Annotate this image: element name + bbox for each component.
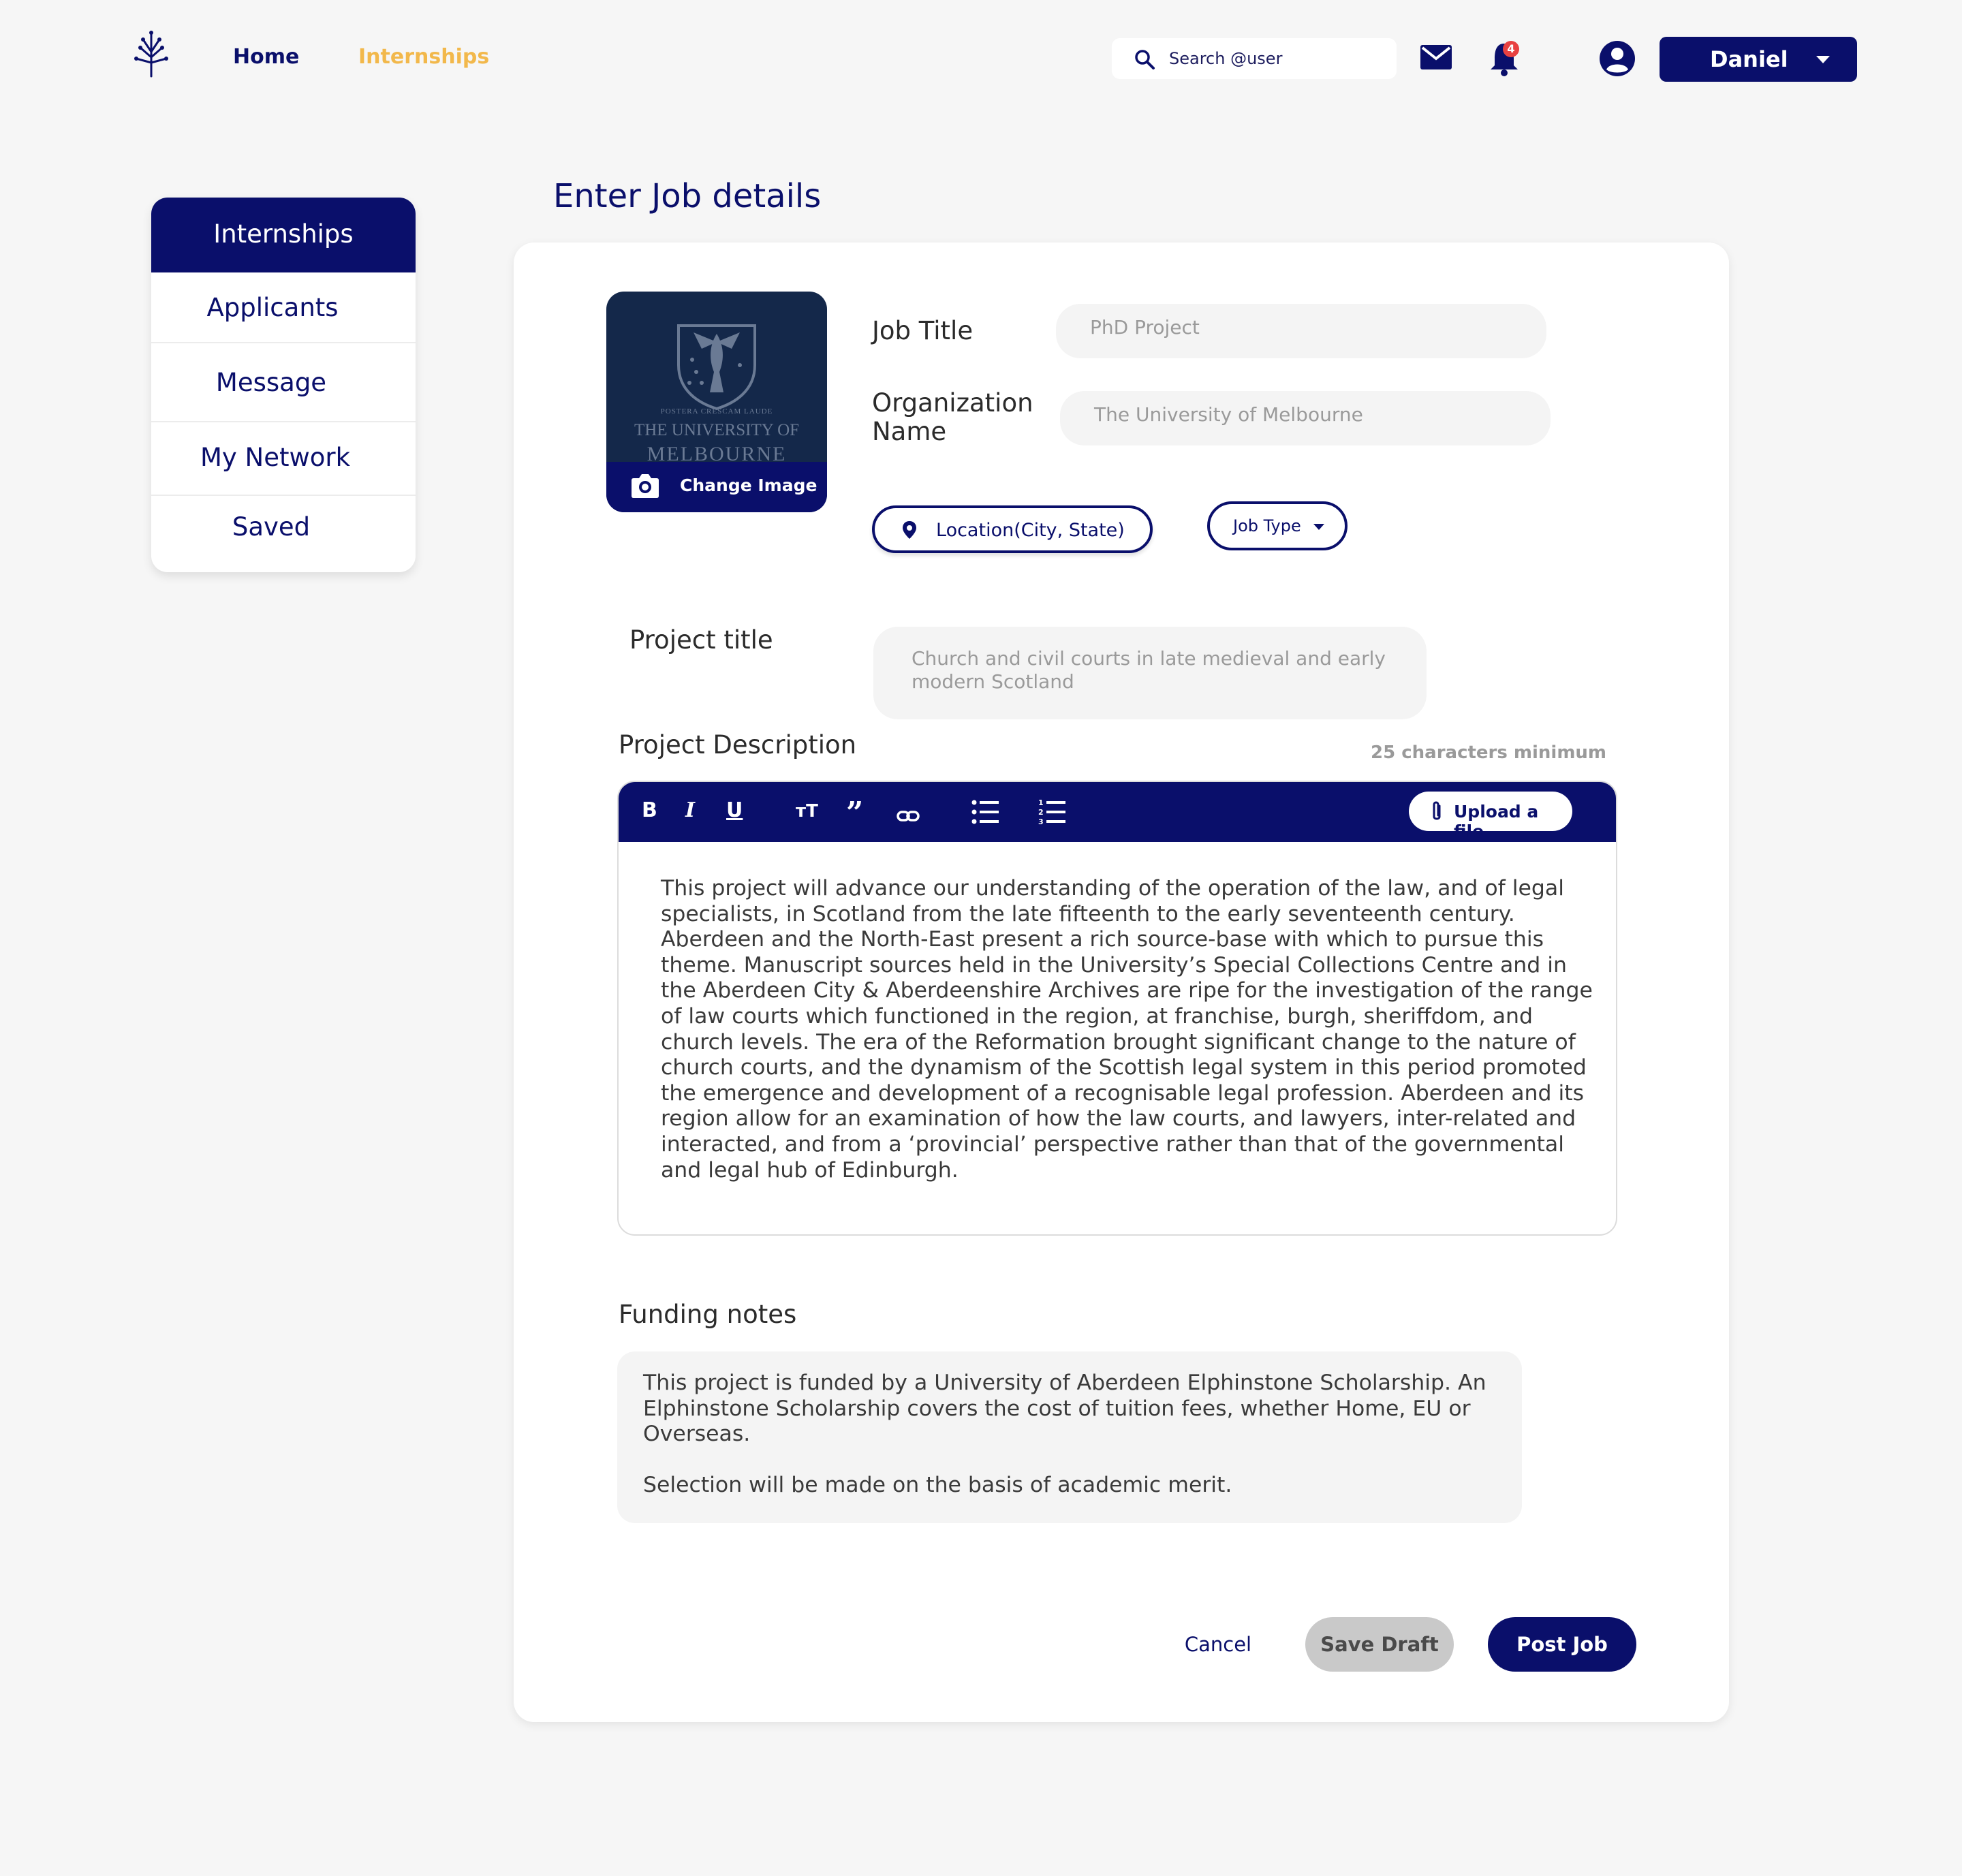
editor-toolbar: B I U ᴛT ” 123 Upload a file [619,782,1616,842]
chevron-down-icon [1313,524,1324,530]
nav-home-link[interactable]: Home [233,45,299,69]
crest-motto: POSTERA CRESCAM LAUDE [660,407,773,416]
nav-internships-link[interactable]: Internships [358,45,489,69]
organization-image[interactable]: POSTERA CRESCAM LAUDE THE UNIVERSITY OF … [606,292,827,512]
sidebar-item-internships[interactable]: Internships [151,198,416,272]
organization-name-value: The University of Melbourne [1094,403,1363,426]
job-type-label: Job Type [1233,516,1301,535]
paperclip-icon [1433,801,1441,820]
link-icon[interactable] [897,802,920,830]
location-label: Location(City, State) [936,520,1125,541]
min-characters-hint: 25 characters minimum [1371,742,1607,763]
organization-label-line1: Organization [872,388,1033,418]
svg-text:2: 2 [1038,808,1044,817]
page-title: Enter Job details [553,177,822,215]
search-input[interactable]: Search @user [1169,49,1282,68]
text-size-icon[interactable]: ᴛT [796,801,818,828]
camera-icon [632,474,659,498]
sidebar-item-my-network[interactable]: My Network [151,443,407,472]
svg-text:3: 3 [1038,817,1044,826]
tree-logo-icon[interactable] [132,30,170,78]
sidebar-item-message[interactable]: Message [151,368,403,397]
sidebar-item-saved[interactable]: Saved [151,512,403,542]
bullet-list-icon[interactable] [971,798,1000,826]
user-menu-button[interactable]: Daniel [1660,37,1857,82]
project-title-field[interactable]: Church and civil courts in late medieval… [873,627,1427,719]
numbered-list-icon[interactable]: 123 [1038,798,1067,826]
change-image-button[interactable]: Change Image [606,462,827,512]
funding-notes-field[interactable]: This project is funded by a University o… [617,1351,1522,1523]
search-icon [1135,50,1155,69]
location-pin-icon [903,521,916,539]
sidebar-divider [151,342,416,343]
university-name-line1: THE UNIVERSITY OF [634,421,800,439]
job-type-dropdown[interactable]: Job Type [1207,501,1348,550]
cancel-button[interactable]: Cancel [1170,1617,1266,1672]
project-title-line2: modern Scotland [912,670,1074,693]
organization-name-field[interactable]: The University of Melbourne [1060,391,1551,445]
description-editor[interactable]: B I U ᴛT ” 123 Upload a file This projec… [617,781,1617,1236]
upload-file-button[interactable]: Upload a file [1409,792,1572,841]
upload-file-label: Upload a file [1454,802,1539,841]
project-title-line1: Church and civil courts in late medieval… [912,647,1386,670]
underline-icon[interactable]: U [726,798,743,826]
funding-notes-label: Funding notes [619,1300,797,1329]
notification-badge: 4 [1503,41,1519,57]
job-title-label: Job Title [872,316,974,345]
sidebar-divider [151,421,416,422]
save-draft-button[interactable]: Save Draft [1305,1617,1454,1672]
user-name: Daniel [1710,46,1788,72]
funding-notes-paragraph-2: Selection will be made on the basis of a… [643,1473,1232,1497]
search-box[interactable]: Search @user [1112,38,1397,79]
mail-icon[interactable] [1420,44,1452,71]
description-text[interactable]: This project will advance our understand… [661,876,1601,1183]
organization-label-line2: Name [872,417,947,446]
job-title-field[interactable]: PhD Project [1056,304,1546,358]
location-button[interactable]: Location(City, State) [872,505,1153,553]
job-title-value: PhD Project [1090,316,1200,339]
sidebar-divider [151,495,416,496]
crest-icon [677,324,756,411]
sidebar-item-applicants[interactable]: Applicants [151,293,405,322]
project-description-label: Project Description [619,730,857,760]
svg-text:1: 1 [1038,798,1044,807]
quote-icon[interactable]: ” [846,796,863,830]
italic-icon[interactable]: I [685,798,695,826]
chevron-down-icon [1816,56,1830,63]
user-avatar-icon[interactable] [1598,40,1636,78]
project-title-label: Project title [629,625,773,655]
post-job-button[interactable]: Post Job [1488,1617,1636,1672]
change-image-label: Change Image [680,475,818,495]
sidebar: Internships Applicants Message My Networ… [151,198,416,572]
bold-icon[interactable]: B [642,798,657,826]
funding-notes-paragraph-1: This project is funded by a University o… [643,1371,1486,1446]
